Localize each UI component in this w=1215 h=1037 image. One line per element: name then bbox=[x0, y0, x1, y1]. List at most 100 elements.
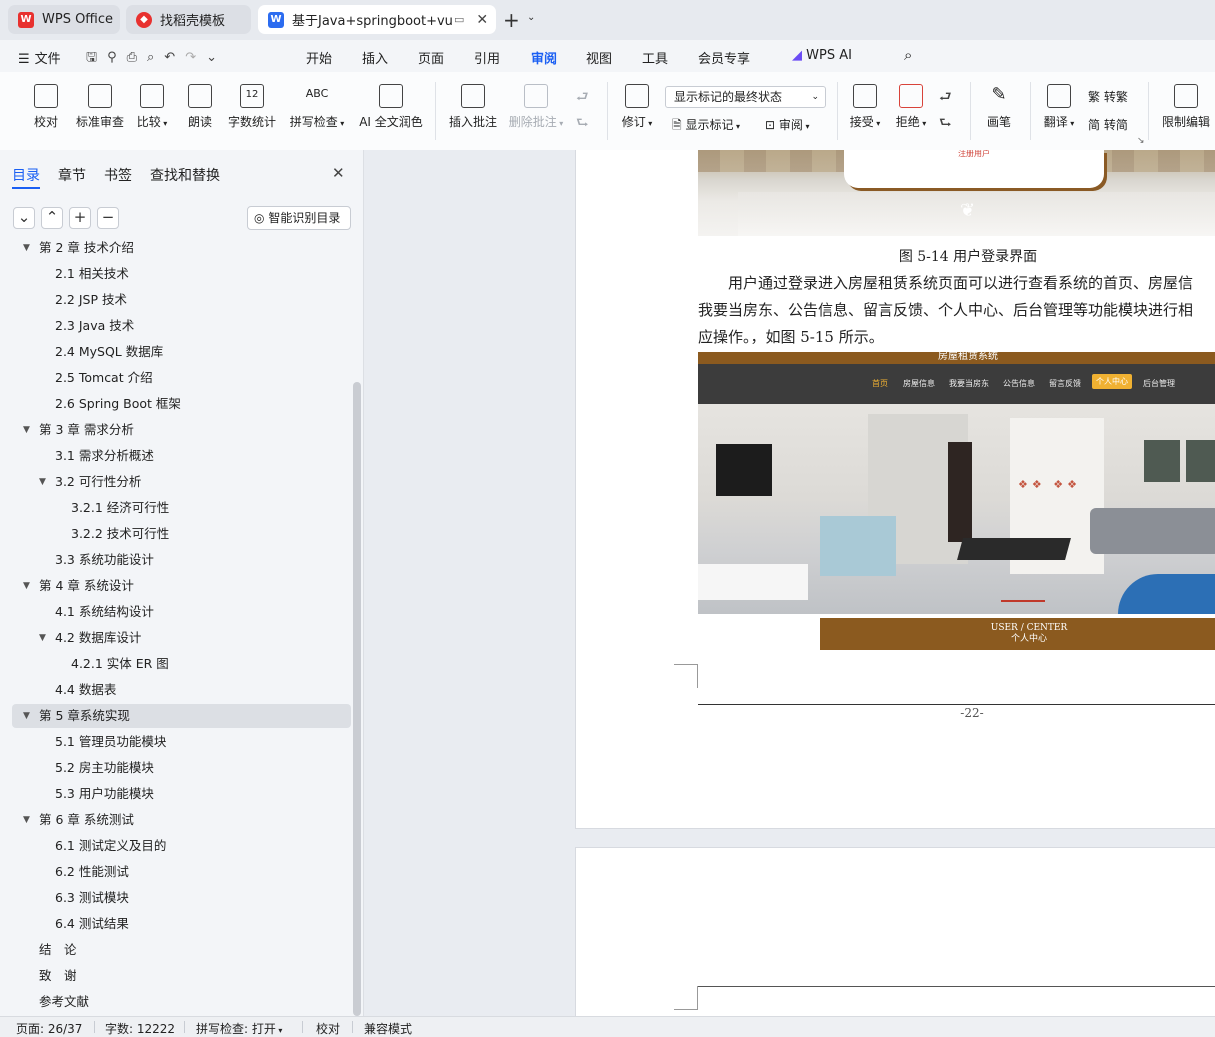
remove-heading-button[interactable]: − bbox=[97, 207, 119, 229]
save-icon[interactable]: 🖫 bbox=[86, 50, 107, 65]
track-changes-button[interactable]: 修订 ▾ bbox=[616, 78, 658, 130]
menu-tools[interactable]: 工具 bbox=[642, 48, 668, 67]
chevron-down-icon[interactable]: ⌄ bbox=[527, 12, 535, 23]
menu-insert[interactable]: 插入 bbox=[362, 48, 388, 67]
translate-button[interactable]: 翻译 ▾ bbox=[1038, 78, 1080, 130]
insert-comment-button[interactable]: 插入批注 bbox=[446, 78, 500, 130]
tab-toc[interactable]: 目录 bbox=[12, 165, 40, 185]
to-simplified-button[interactable]: 简 转简 bbox=[1088, 116, 1128, 133]
smart-toc-button[interactable]: ◎ 智能识别目录 bbox=[247, 206, 351, 230]
collapse-up-button[interactable]: ⌃ bbox=[41, 207, 63, 229]
collapse-down-button[interactable]: ⌄ bbox=[13, 207, 35, 229]
expand-triangle-icon[interactable]: ▼ bbox=[39, 470, 46, 494]
spell-check-indicator[interactable]: 拼写检查: 打开 ▾ bbox=[196, 1020, 282, 1037]
tab-wps-office[interactable]: W WPS Office bbox=[8, 5, 120, 34]
menu-member[interactable]: 会员专享 bbox=[698, 48, 750, 67]
tab-document[interactable]: W 基于Java+springboot+vue ▭ ✕ bbox=[258, 5, 496, 34]
toc-item[interactable]: ▼ 第 6 章 系统测试 bbox=[0, 808, 352, 832]
document-page[interactable] bbox=[575, 847, 1215, 1016]
expand-triangle-icon[interactable]: ▼ bbox=[39, 626, 46, 650]
toc-item[interactable]: 3.3 系统功能设计 bbox=[0, 548, 352, 572]
reject-button[interactable]: 拒绝 ▾ bbox=[892, 78, 930, 130]
read-aloud-button[interactable]: 朗读 bbox=[180, 78, 220, 130]
toc-item[interactable]: 参考文献 bbox=[0, 990, 352, 1014]
expand-triangle-icon[interactable]: ▼ bbox=[23, 238, 30, 260]
toc-item[interactable]: 2.3 Java 技术 bbox=[0, 314, 352, 338]
prev-change-icon[interactable]: ⮐ bbox=[939, 84, 952, 110]
document-canvas[interactable]: 注册用户 ❦ 图 5-14 用户登录界面 用户通过登录进入房屋租赁系统页面可以进… bbox=[364, 150, 1215, 1016]
toc-item[interactable]: 6.4 测试结果 bbox=[0, 912, 352, 936]
tab-find-replace[interactable]: 查找和替换 bbox=[150, 165, 220, 185]
close-tab-icon[interactable]: ✕ bbox=[476, 12, 488, 28]
proofread-indicator[interactable]: 校对 bbox=[316, 1020, 340, 1037]
standard-review-button[interactable]: 标准审查 bbox=[72, 78, 128, 130]
prev-comment-icon[interactable]: ⮐ bbox=[576, 84, 589, 110]
print-icon[interactable]: ⎙ bbox=[127, 50, 147, 65]
markup-state-select[interactable]: 显示标记的最终状态 ⌄ bbox=[665, 86, 826, 108]
toc-item[interactable]: ▼ 第 3 章 需求分析 bbox=[0, 418, 352, 442]
restrict-edit-button[interactable]: 限制编辑 bbox=[1158, 78, 1214, 130]
toc-item[interactable]: ▼ 第 2 章 技术介绍 bbox=[0, 238, 352, 260]
add-heading-button[interactable]: + bbox=[69, 207, 91, 229]
file-menu[interactable]: ☰ 文件 bbox=[18, 48, 61, 67]
toc-item[interactable]: ▼ 第 5 章系统实现 bbox=[12, 704, 351, 728]
toc-item[interactable]: 2.1 相关技术 bbox=[0, 262, 352, 286]
expand-triangle-icon[interactable]: ▼ bbox=[23, 704, 30, 728]
prev-next-change-icons[interactable]: ⮐ ⮑ bbox=[939, 84, 952, 136]
toc-item[interactable]: 6.1 测试定义及目的 bbox=[0, 834, 352, 858]
toc-item[interactable]: 2.4 MySQL 数据库 bbox=[0, 340, 352, 364]
delete-comment-button[interactable]: 删除批注 ▾ bbox=[506, 78, 566, 130]
toc-item[interactable]: 6.2 性能测试 bbox=[0, 860, 352, 884]
toc-item[interactable]: ▼ 4.2 数据库设计 bbox=[0, 626, 352, 650]
toc-item[interactable]: 3.1 需求分析概述 bbox=[0, 444, 352, 468]
new-tab-icon[interactable]: + bbox=[503, 8, 520, 32]
print-preview-icon[interactable]: ⌕ bbox=[147, 50, 164, 65]
quick-access-icons[interactable]: 🖫⚲⎙⌕↶↷⌄ bbox=[86, 48, 227, 70]
tab-template[interactable]: ◆ 找稻壳模板 bbox=[126, 5, 251, 34]
search-icon[interactable]: ⌕ bbox=[904, 46, 912, 64]
compare-button[interactable]: 比较 ▾ bbox=[130, 78, 174, 130]
menu-start[interactable]: 开始 bbox=[306, 48, 332, 67]
menu-wps-ai[interactable]: ◢ WPS AI bbox=[792, 48, 852, 63]
expand-triangle-icon[interactable]: ▼ bbox=[23, 574, 30, 598]
next-comment-icon[interactable]: ⮑ bbox=[576, 110, 589, 136]
word-count-indicator[interactable]: 字数: 12222 bbox=[105, 1020, 175, 1037]
document-page[interactable]: 注册用户 ❦ 图 5-14 用户登录界面 用户通过登录进入房屋租赁系统页面可以进… bbox=[575, 150, 1215, 829]
menu-reference[interactable]: 引用 bbox=[474, 48, 500, 67]
pen-button[interactable]: ✎ 画笔 bbox=[980, 78, 1018, 130]
sidebar-scrollbar[interactable] bbox=[353, 382, 361, 1016]
prev-next-comment-icons[interactable]: ⮐ ⮑ bbox=[576, 84, 589, 136]
toc-item[interactable]: ▼ 3.2 可行性分析 bbox=[0, 470, 352, 494]
monitor-icon[interactable]: ▭ bbox=[454, 13, 464, 26]
ai-polish-button[interactable]: AI 全文润色 bbox=[356, 78, 426, 130]
close-pane-icon[interactable]: ✕ bbox=[332, 164, 345, 182]
toc-item[interactable]: 2.2 JSP 技术 bbox=[0, 288, 352, 312]
ribbon-expand-icon[interactable]: ↘ bbox=[1137, 136, 1145, 146]
toc-item[interactable]: 致 谢 bbox=[0, 964, 352, 988]
toc-item[interactable]: 6.3 测试模块 bbox=[0, 886, 352, 910]
tab-bookmarks[interactable]: 书签 bbox=[104, 165, 132, 185]
next-change-icon[interactable]: ⮑ bbox=[939, 110, 952, 136]
toc-item[interactable]: 3.2.2 技术可行性 bbox=[0, 522, 352, 546]
show-markup-button[interactable]: 🗎 显示标记 ▾ bbox=[672, 116, 740, 137]
tab-chapters[interactable]: 章节 bbox=[58, 165, 86, 185]
toc-item[interactable]: 2.6 Spring Boot 框架 bbox=[0, 392, 352, 416]
toc-item[interactable]: 结 论 bbox=[0, 938, 352, 962]
link-icon[interactable]: ⚲ bbox=[107, 50, 127, 65]
toc-item[interactable]: 5.2 房主功能模块 bbox=[0, 756, 352, 780]
menu-page[interactable]: 页面 bbox=[418, 48, 444, 67]
word-count-button[interactable]: 12 字数统计 bbox=[224, 78, 280, 130]
toc-item[interactable]: 2.5 Tomcat 介绍 bbox=[0, 366, 352, 390]
toc-item[interactable]: 3.2.1 经济可行性 bbox=[0, 496, 352, 520]
toc-item[interactable]: 5.1 管理员功能模块 bbox=[0, 730, 352, 754]
expand-triangle-icon[interactable]: ▼ bbox=[23, 808, 30, 832]
toc-item[interactable]: 4.2.1 实体 ER 图 bbox=[0, 652, 352, 676]
toc-item[interactable]: ▼ 第 4 章 系统设计 bbox=[0, 574, 352, 598]
menu-view[interactable]: 视图 bbox=[586, 48, 612, 67]
toc-item[interactable]: 4.4 数据表 bbox=[0, 678, 352, 702]
proofread-button[interactable]: 校对 bbox=[20, 78, 72, 130]
spell-check-button[interactable]: ABC 拼写检查 ▾ bbox=[286, 78, 348, 130]
toc-item[interactable]: 5.3 用户功能模块 bbox=[0, 782, 352, 806]
redo-icon[interactable]: ↷ bbox=[185, 50, 206, 65]
accept-button[interactable]: 接受 ▾ bbox=[846, 78, 884, 130]
